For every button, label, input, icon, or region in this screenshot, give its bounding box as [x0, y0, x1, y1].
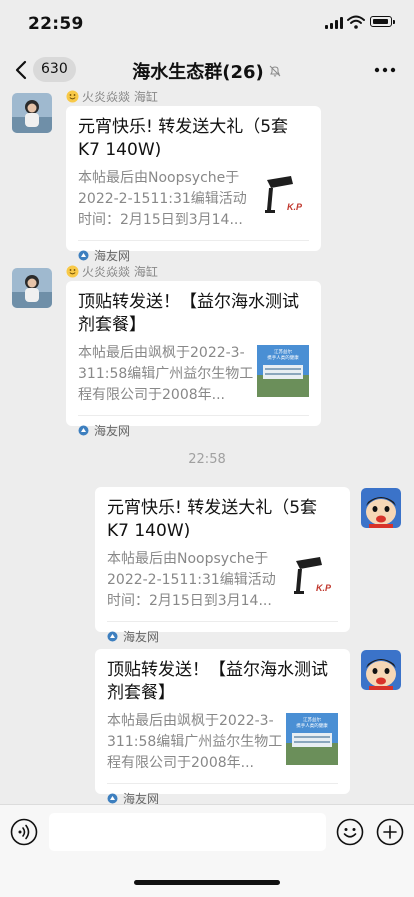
voice-icon[interactable] — [10, 818, 38, 846]
sender-name-text: 火炎焱燚 海缸 — [82, 265, 158, 279]
card-source-name: 海友网 — [94, 423, 131, 438]
card-thumbnail: 江苏益尔 携手人类的健康 — [286, 713, 338, 765]
building-image: 江苏益尔 携手人类的健康 — [286, 713, 338, 765]
card-source-name: 海友网 — [94, 248, 131, 263]
nav-bar: 630 海水生态群(26) — [0, 48, 414, 92]
avatar-photo — [12, 93, 52, 133]
smile-emoji-icon — [66, 265, 79, 278]
link-card[interactable]: 元宵快乐! 转发送大礼（5套K7 140W) 本帖最后由Noopsyche于20… — [66, 106, 321, 263]
my-avatar[interactable] — [361, 650, 401, 690]
battery-icon — [370, 16, 395, 27]
link-card[interactable]: 顶贴转发送！【益尔海水测试剂套餐】 本帖最后由飒枫于2022-3-311:58编… — [95, 649, 350, 806]
source-logo-icon — [107, 793, 118, 803]
card-description: 本帖最后由飒枫于2022-3-311:58编辑广州益尔生物工程有限公司于2008… — [78, 345, 254, 403]
message-input[interactable] — [49, 813, 326, 851]
thumb-brand: K.P — [316, 583, 332, 593]
sender-avatar[interactable] — [12, 93, 52, 133]
avatar-photo — [12, 268, 52, 308]
sender-avatar[interactable] — [12, 268, 52, 308]
source-logo-icon — [107, 631, 118, 641]
sender-name-text: 火炎焱燚 海缸 — [82, 90, 158, 104]
cartoon-avatar-image — [361, 488, 401, 528]
thumb-line-1: 江苏益尔 — [274, 348, 292, 355]
mute-bell-icon — [269, 65, 281, 77]
source-logo-icon — [78, 425, 89, 435]
plus-icon[interactable] — [376, 818, 404, 846]
link-card[interactable]: 元宵快乐! 转发送大礼（5套K7 140W) 本帖最后由Noopsyche于20… — [95, 487, 350, 644]
thumb-brand: K.P — [287, 202, 303, 212]
card-description: 本帖最后由Noopsyche于2022-2-1511:31编辑活动时间：2月15… — [107, 551, 276, 609]
card-description: 本帖最后由飒枫于2022-3-311:58编辑广州益尔生物工程有限公司于2008… — [107, 713, 283, 771]
smile-emoji-icon — [66, 90, 79, 103]
my-avatar[interactable] — [361, 488, 401, 528]
card-source: 海友网 — [78, 415, 309, 444]
cartoon-avatar-image — [361, 650, 401, 690]
sender-name: 火炎焱燚 海缸 — [66, 88, 158, 105]
sender-name: 火炎焱燚 海缸 — [66, 263, 158, 280]
emoji-icon[interactable] — [336, 818, 364, 846]
signal-icon — [325, 17, 343, 29]
status-bar: 22:59 — [0, 0, 414, 48]
link-card[interactable]: 顶贴转发送！【益尔海水测试剂套餐】 本帖最后由飒枫于2022-3-311:58编… — [66, 281, 321, 438]
card-source-name: 海友网 — [123, 629, 160, 644]
chat-timestamp: 22:58 — [188, 452, 226, 467]
thumb-line-2: 携手人类的健康 — [296, 722, 328, 729]
chat-title: 海水生态群(26) — [0, 58, 414, 84]
card-title: 元宵快乐! 转发送大礼（5套K7 140W) — [107, 498, 318, 541]
card-description: 本帖最后由Noopsyche于2022-2-1511:31编辑活动时间：2月15… — [78, 170, 247, 228]
thumb-line-2: 携手人类的健康 — [267, 354, 299, 361]
more-dots-icon[interactable] — [374, 62, 396, 78]
thumb-line-1: 江苏益尔 — [303, 716, 321, 723]
card-thumbnail: K.P — [286, 551, 338, 603]
wifi-icon — [347, 15, 365, 29]
card-title: 元宵快乐! 转发送大礼（5套K7 140W) — [78, 117, 289, 160]
chat-title-text: 海水生态群(26) — [132, 62, 264, 83]
card-title: 顶贴转发送！【益尔海水测试剂套餐】 — [78, 292, 299, 335]
building-image: 江苏益尔 携手人类的健康 — [257, 345, 309, 397]
source-logo-icon — [78, 250, 89, 260]
lamp-product-image: K.P — [257, 170, 309, 222]
card-source: 海友网 — [107, 621, 338, 650]
home-indicator[interactable] — [134, 880, 280, 885]
card-thumbnail: 江苏益尔 携手人类的健康 — [257, 345, 309, 397]
lamp-product-image: K.P — [286, 551, 338, 603]
card-title: 顶贴转发送！【益尔海水测试剂套餐】 — [107, 660, 328, 703]
status-time: 22:59 — [28, 14, 84, 34]
card-thumbnail: K.P — [257, 170, 309, 222]
